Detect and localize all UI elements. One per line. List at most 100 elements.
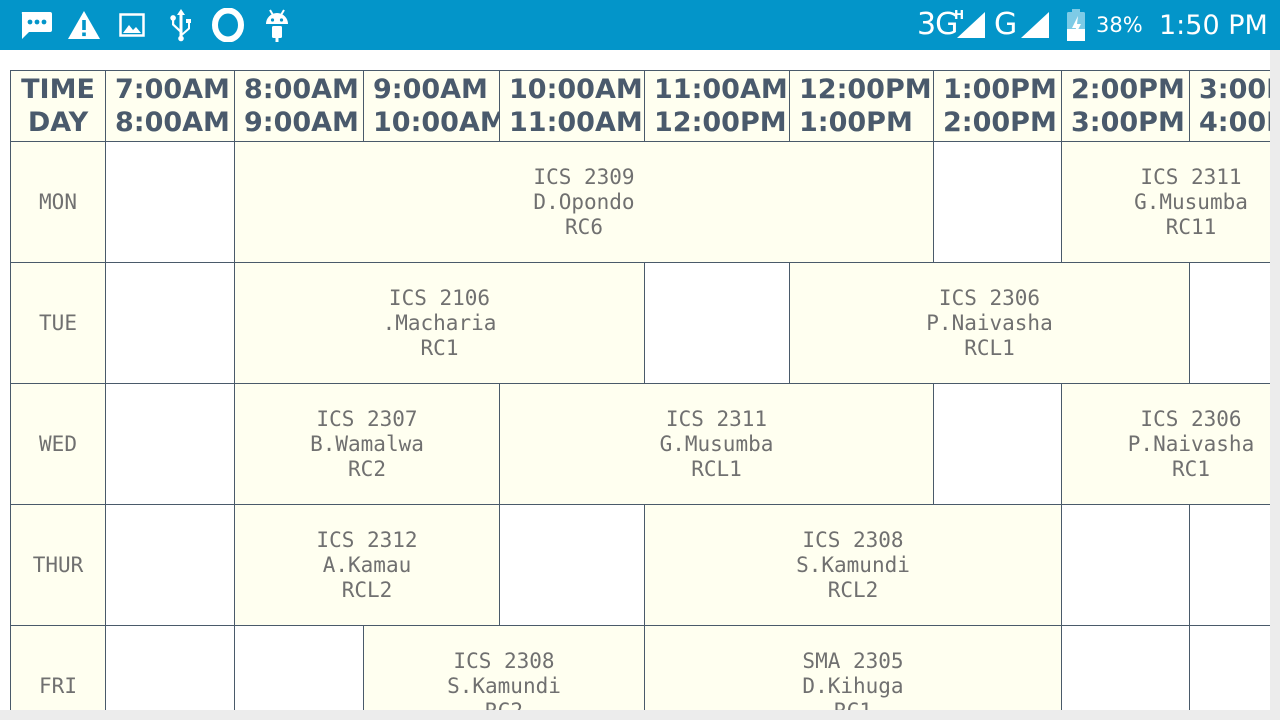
lecturer-name: S.Kamundi (796, 552, 910, 577)
battery-charging-icon (1065, 8, 1087, 46)
time-slot-end: 1:00PM (799, 107, 913, 138)
course-code: ICS 2307 (316, 406, 418, 431)
day-label-cell: TUE (10, 262, 106, 384)
time-slot-start: 12:00PM (799, 74, 932, 105)
time-slot-start: 10:00AM (509, 74, 643, 105)
lecturer-name: B.Wamalwa (310, 431, 424, 456)
battery-percent: 38% (1096, 13, 1143, 37)
class-slot[interactable]: ICS 2308S.KamundiRC2 (363, 625, 645, 710)
lecturer-name: D.Opondo (533, 189, 635, 214)
class-slot[interactable]: ICS 2311 G.Musumba RC11 (1061, 141, 1280, 263)
day-label-cell: FRI (10, 625, 106, 710)
course-code: ICS 2312 (316, 527, 418, 552)
time-slot-header: 11:00AM 12:00PM (644, 70, 790, 142)
empty-slot[interactable] (933, 383, 1062, 505)
header-time-label: TIME (21, 74, 95, 105)
message-icon (19, 10, 53, 46)
class-slot[interactable]: ICS 2306 P.Naivasha RCL1 (789, 262, 1190, 384)
empty-slot[interactable] (933, 141, 1062, 263)
timetable-grid: TIME DAY 7:00AM 8:00AM 8:00AM 9:00AM 9:00AM 10:… (0, 50, 1280, 710)
time-slot-start: 2:00PM (1071, 74, 1185, 105)
class-slot[interactable]: ICS 2312 A.Kamau RCL2 (234, 504, 500, 626)
empty-slot[interactable] (644, 262, 790, 384)
empty-slot[interactable] (1061, 504, 1190, 626)
right-edge (1270, 50, 1280, 710)
course-code: ICS 2309 (533, 164, 635, 189)
room-name: RCL2 (341, 577, 393, 602)
day-label: WED (39, 432, 77, 456)
course-code: ICS 2306 (1140, 406, 1242, 431)
time-slot-end: 4:00PM (1199, 107, 1280, 138)
class-slot[interactable]: ICS 2106 .Macharia RC1 (234, 262, 645, 384)
lecturer-name: G.Musumba (1134, 189, 1248, 214)
time-slot-start: 8:00AM (244, 74, 359, 105)
image-icon (119, 12, 145, 42)
time-slot-header: 7:00AM 8:00AM (105, 70, 235, 142)
time-slot-header: 8:00AM 9:00AM (234, 70, 364, 142)
course-code: ICS 2311 (1140, 164, 1242, 189)
empty-slot[interactable] (1061, 625, 1190, 710)
day-label-cell: WED (10, 383, 106, 505)
class-slot[interactable]: SMA 2305D.KihugaRC1 (644, 625, 1062, 710)
empty-slot[interactable] (105, 141, 235, 263)
empty-slot[interactable] (1189, 504, 1280, 626)
time-slot-start: 9:00AM (373, 74, 488, 105)
course-code: ICS 2308 (802, 527, 904, 552)
bottom-strip (0, 710, 1280, 720)
empty-slot[interactable] (105, 504, 235, 626)
time-slot-header: 2:00PM 3:00PM (1061, 70, 1190, 142)
timetable-view[interactable]: TIME DAY 7:00AM 8:00AM 8:00AM 9:00AM 9:00AM 10:… (0, 50, 1280, 710)
empty-slot[interactable] (105, 262, 235, 384)
lecturer-name: G.Musumba (659, 431, 774, 456)
day-label: FRI (39, 674, 77, 698)
time-slot-end: 3:00PM (1071, 107, 1185, 138)
empty-slot[interactable] (1189, 625, 1280, 710)
time-slot-end: 8:00AM (115, 107, 230, 138)
room-name: RCL2 (827, 577, 879, 602)
time-slot-end: 10:00AM (373, 107, 500, 138)
room-name: RC1 (420, 335, 459, 360)
class-slot[interactable]: ICS 2307 B.Wamalwa RC2 (234, 383, 500, 505)
class-slot[interactable]: ICS 2311 G.Musumba RCL1 (499, 383, 934, 505)
empty-slot[interactable] (499, 504, 645, 626)
signal-3g-icon (956, 11, 986, 43)
class-slot[interactable]: ICS 2309 D.Opondo RC6 (234, 141, 934, 263)
course-code: ICS 2106 (388, 285, 491, 310)
class-slot[interactable]: ICS 2306 P.Naivasha RC1 (1061, 383, 1280, 505)
time-slot-start: 1:00PM (943, 74, 1057, 105)
course-code: SMA 2305 (802, 648, 904, 673)
time-slot-end: 12:00PM (654, 107, 787, 138)
day-label: TUE (39, 311, 77, 335)
room-name: RC2 (485, 699, 523, 711)
lecturer-name: D.Kihuga (802, 673, 904, 698)
empty-slot[interactable] (1189, 262, 1280, 384)
course-code: ICS 2306 (938, 285, 1041, 310)
usb-icon (168, 8, 194, 46)
day-label: THUR (32, 553, 84, 577)
time-slot-end: 11:00AM (509, 107, 643, 138)
day-label-cell: MON (10, 141, 106, 263)
lecturer-name: P.Naivasha (1127, 431, 1255, 456)
time-slot-header: 9:00AM 10:00AM (363, 70, 500, 142)
room-name: RC6 (565, 214, 603, 239)
room-name: RC11 (1165, 214, 1217, 239)
opera-icon (211, 7, 245, 46)
time-slot-start: 3:00PM (1199, 74, 1280, 105)
day-label: MON (39, 190, 77, 214)
time-slot-header: 1:00PM 2:00PM (933, 70, 1062, 142)
time-slot-header: 12:00PM 1:00PM (789, 70, 934, 142)
time-slot-end: 2:00PM (943, 107, 1057, 138)
room-name: RCL1 (964, 335, 1015, 360)
status-bar: 3G H G 38% 1:50 PM (0, 0, 1280, 50)
empty-slot[interactable] (105, 625, 235, 710)
empty-slot[interactable] (234, 625, 364, 710)
header-corner: TIME DAY (10, 70, 106, 142)
network-3g-label: 3G (917, 7, 958, 42)
time-slot-start: 7:00AM (115, 74, 230, 105)
day-label-cell: THUR (10, 504, 106, 626)
clock: 1:50 PM (1159, 10, 1268, 41)
class-slot[interactable]: ICS 2308 S.Kamundi RCL2 (644, 504, 1062, 626)
time-slot-header: 3:00PM4:00PM (1189, 70, 1280, 142)
time-slot-header: 10:00AM 11:00AM (499, 70, 645, 142)
empty-slot[interactable] (105, 383, 235, 505)
